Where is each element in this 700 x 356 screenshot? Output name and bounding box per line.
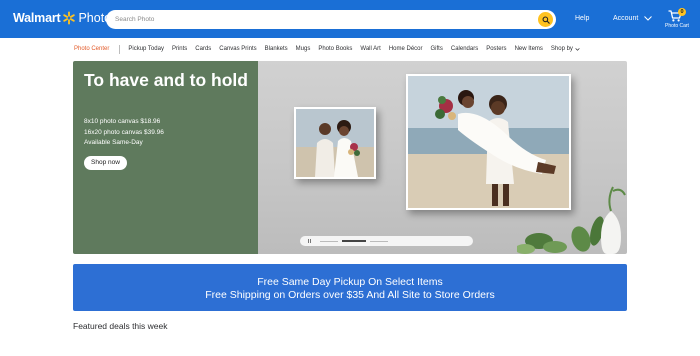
nav-item-canvas-prints[interactable]: Canvas Prints	[219, 46, 256, 52]
hero-availability: Available Same-Day	[84, 139, 143, 146]
hero-text-panel: To have and to hold 8x10 photo canvas $1…	[73, 61, 258, 254]
nav-item-gifts[interactable]: Gifts	[431, 46, 443, 52]
nav-item-prints[interactable]: Prints	[172, 46, 187, 52]
hero-banner[interactable]: To have and to hold 8x10 photo canvas $1…	[73, 61, 627, 254]
nav-item-wall-art[interactable]: Wall Art	[360, 46, 380, 52]
cart-label: Photo Cart	[665, 23, 689, 29]
carousel-dot[interactable]	[370, 240, 388, 242]
carousel-dot[interactable]	[320, 240, 338, 242]
nav-item-photo-center[interactable]: Photo Center	[74, 46, 109, 52]
nav-item-pickup-today[interactable]: Pickup Today	[128, 46, 164, 52]
promo-shipping-text: Free Shipping on Orders over $35 And All…	[205, 289, 495, 301]
category-nav: Photo Center Pickup Today Prints Cards C…	[74, 44, 580, 54]
nav-item-posters[interactable]: Posters	[486, 46, 506, 52]
hero-price-8x10: 8x10 photo canvas $18.96	[84, 118, 161, 125]
nav-item-shop-by[interactable]: Shop by	[551, 46, 580, 52]
site-header: Walmart Photo Help Account	[0, 0, 700, 38]
account-label: Account	[613, 15, 639, 22]
shipping-promo-banner[interactable]: Free Same Day Pickup On Select Items Fre…	[73, 264, 627, 311]
chevron-down-icon	[644, 16, 653, 21]
cart-count-badge: 0	[678, 8, 686, 16]
logo-brand-text: Walmart	[13, 11, 61, 25]
promo-pickup-text: Free Same Day Pickup On Select Items	[257, 276, 443, 288]
hero-price-16x20: 16x20 photo canvas $39.96	[84, 128, 164, 136]
nav-item-calendars[interactable]: Calendars	[451, 46, 478, 52]
account-menu[interactable]: Account	[613, 15, 653, 22]
search-bar	[106, 10, 556, 29]
hero-title: To have and to hold	[84, 70, 248, 90]
nav-item-cards[interactable]: Cards	[195, 46, 211, 52]
nav-item-home-decor[interactable]: Home Décor	[389, 46, 423, 52]
search-button[interactable]	[538, 12, 553, 27]
spark-icon	[63, 11, 76, 25]
hero-image	[258, 61, 627, 254]
carousel-dot-active[interactable]	[342, 240, 366, 242]
nav-item-new-items[interactable]: New Items	[515, 46, 543, 52]
hero-details: 8x10 photo canvas $18.96 16x20 photo can…	[84, 117, 164, 149]
shop-by-label: Shop by	[550, 46, 573, 52]
wedding-couple-photo-small	[296, 109, 374, 177]
carousel-controls[interactable]	[300, 236, 473, 246]
search-icon	[542, 16, 550, 24]
nav-divider	[119, 44, 121, 54]
featured-deals-heading: Featured deals this week	[73, 321, 168, 331]
chevron-down-icon	[575, 47, 580, 51]
nav-item-photo-books[interactable]: Photo Books	[318, 46, 352, 52]
small-canvas-print	[294, 107, 376, 179]
pause-icon[interactable]	[308, 239, 311, 243]
nav-item-blankets[interactable]: Blankets	[265, 46, 288, 52]
plant-decoration	[517, 186, 626, 254]
search-input[interactable]	[115, 13, 535, 26]
help-link[interactable]: Help	[575, 15, 589, 22]
shop-now-button[interactable]: Shop now	[84, 156, 127, 170]
nav-item-mugs[interactable]: Mugs	[296, 46, 311, 52]
walmart-photo-logo[interactable]: Walmart Photo	[13, 11, 111, 25]
photo-cart-button[interactable]: 0 Photo Cart	[660, 8, 694, 32]
